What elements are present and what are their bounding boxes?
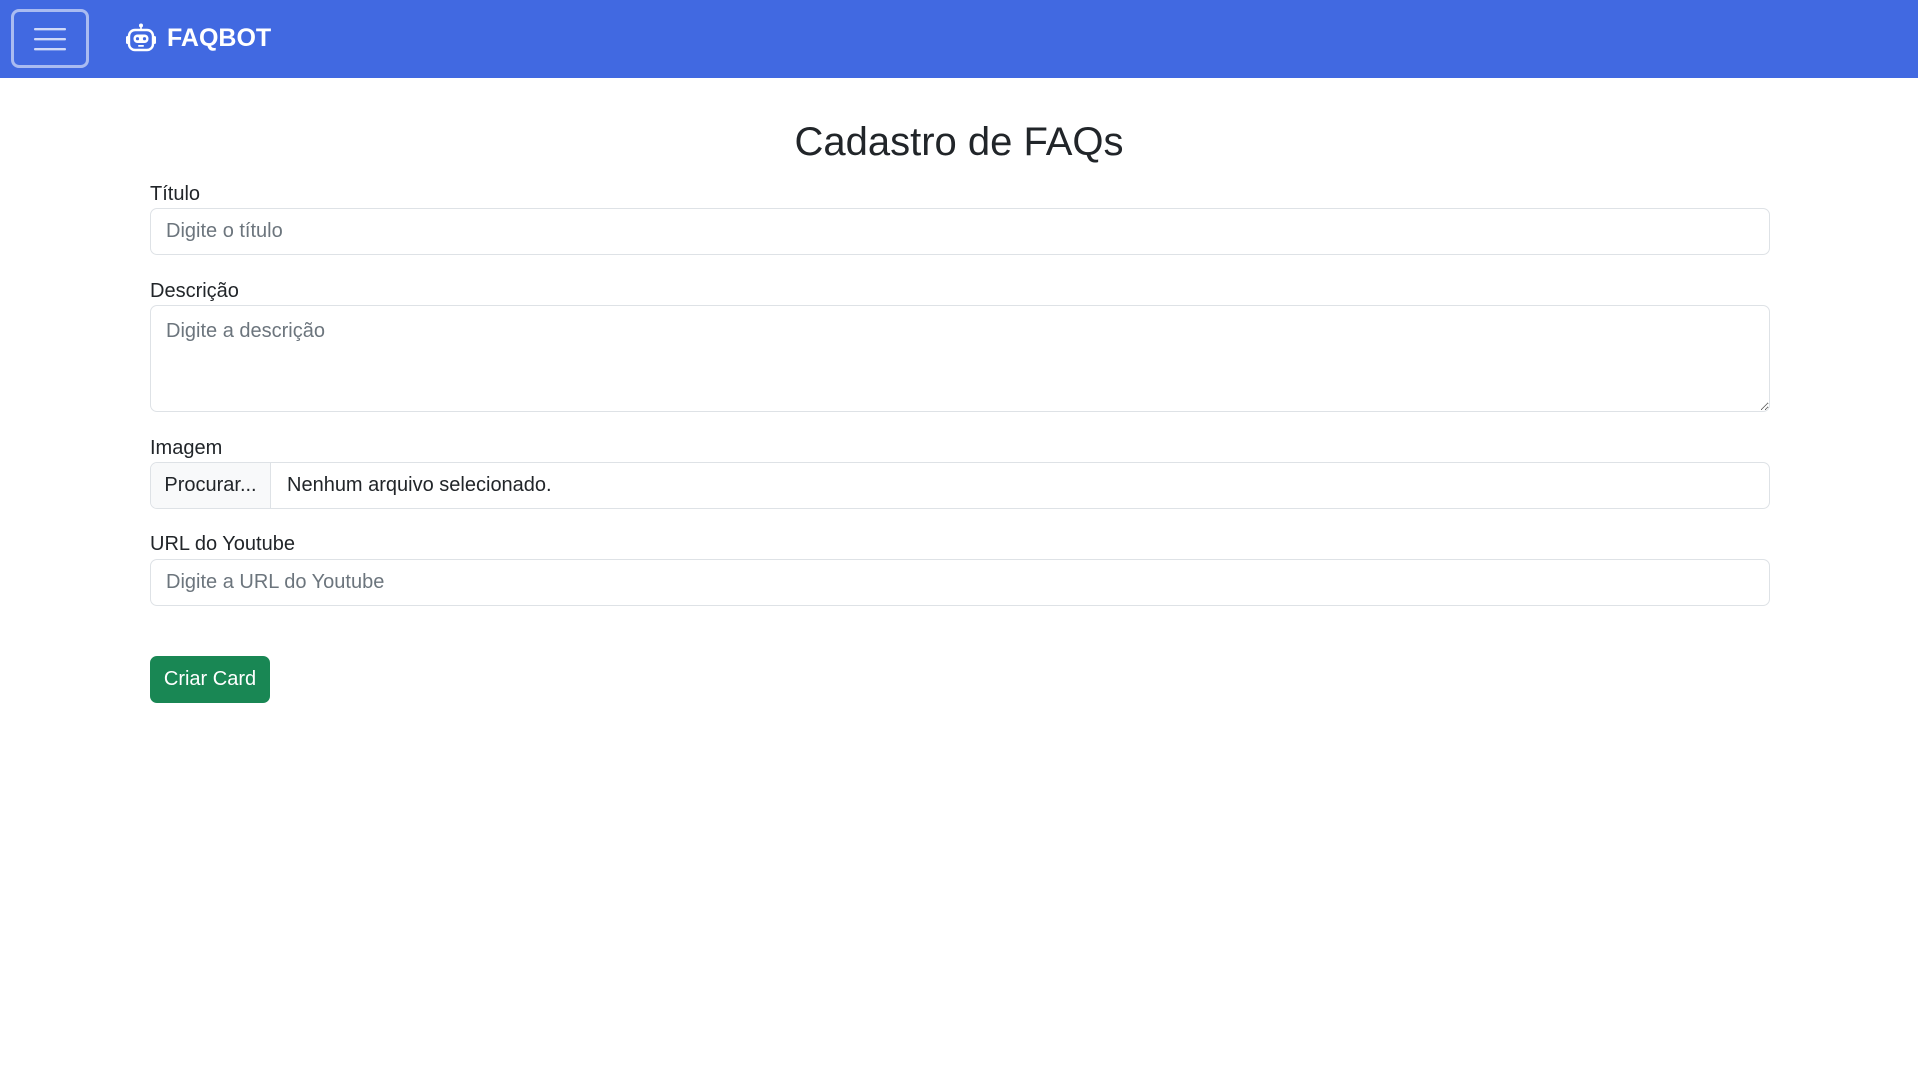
brand-link[interactable]: FAQBOT <box>125 22 271 54</box>
descricao-label: Descrição <box>150 280 239 302</box>
imagem-label: Imagem <box>150 437 223 459</box>
titulo-input[interactable] <box>150 208 1770 255</box>
descricao-textarea[interactable] <box>150 305 1770 412</box>
brand-text: FAQBOT <box>167 23 272 52</box>
robot-icon <box>126 23 156 52</box>
youtube-url-input[interactable] <box>150 559 1770 606</box>
menu-toggle-button[interactable] <box>11 9 89 68</box>
imagem-file-input[interactable]: Procurar... Nenhum arquivo selecionado. <box>150 462 1770 509</box>
file-status-text: Nenhum arquivo selecionado. <box>287 474 552 496</box>
page-title: Cadastro de FAQs <box>794 120 1124 164</box>
hamburger-icon <box>34 27 66 50</box>
youtube-label: URL do Youtube <box>150 533 295 555</box>
browse-file-button[interactable]: Procurar... <box>151 463 271 508</box>
criar-card-button[interactable]: Criar Card <box>150 656 270 703</box>
navbar: FAQBOT <box>0 0 1918 78</box>
titulo-label: Título <box>150 183 201 205</box>
